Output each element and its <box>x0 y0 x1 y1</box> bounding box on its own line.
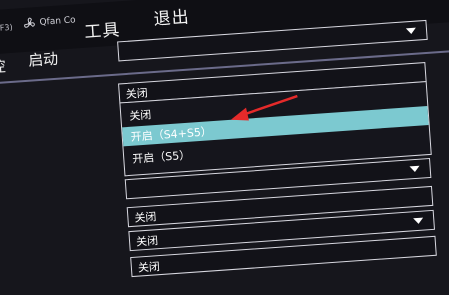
dropdown-value: 关闭 <box>125 86 149 102</box>
annotation-arrow <box>230 94 298 121</box>
option-label: 开启（S5） <box>131 148 191 166</box>
dropdown-value: 关闭 <box>137 260 161 275</box>
qfan-control-title[interactable]: Qfan Co <box>39 15 76 27</box>
bios-screen: F3) Qfan Co 工具 退出 控 启动 关闭 关闭 开启（S4+S5） 开… <box>0 0 449 295</box>
fan-icon <box>24 17 35 28</box>
option-label: 关闭 <box>128 108 152 123</box>
dropdown-value: 关闭 <box>134 210 157 225</box>
chevron-down-icon <box>413 217 424 225</box>
chevron-down-icon <box>405 27 417 35</box>
chevron-down-icon <box>409 165 420 173</box>
dropdown-value: 关闭 <box>135 234 159 249</box>
tab-partial[interactable]: 控 <box>0 55 6 77</box>
tab-boot[interactable]: 启动 <box>27 48 59 71</box>
option-label: 开启（S4+S5） <box>130 125 213 144</box>
fn-key-hint: F3) <box>0 22 13 33</box>
menu-exit[interactable]: 退出 <box>153 2 190 29</box>
